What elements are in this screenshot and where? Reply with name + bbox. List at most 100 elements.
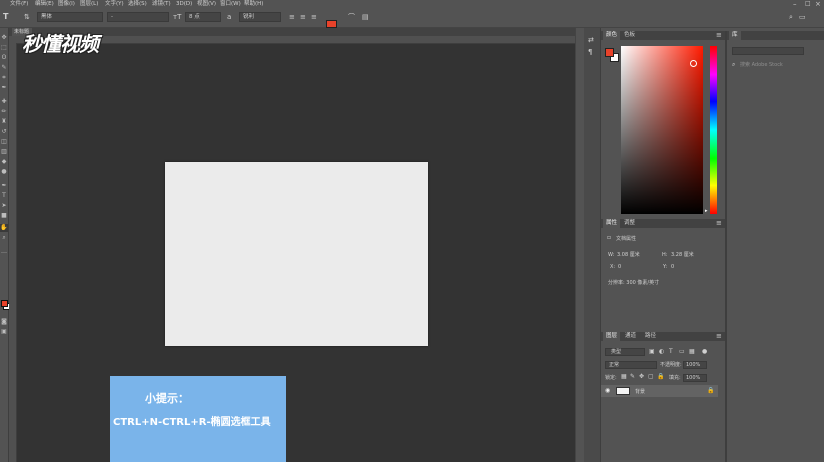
- menu-layer[interactable]: 图层(L): [80, 0, 98, 8]
- fill-field[interactable]: 100%: [683, 374, 707, 382]
- panel-menu-icon[interactable]: ≡: [713, 219, 725, 228]
- screen-mode-icon[interactable]: ▣: [0, 328, 8, 336]
- path-select-tool-icon[interactable]: ➤: [0, 202, 8, 210]
- panel-menu-icon[interactable]: ≡: [713, 332, 725, 341]
- color-panel-header: 颜色 色板 ≡: [601, 31, 725, 40]
- tab-channels[interactable]: 通道: [622, 332, 639, 341]
- filter-adjust-icon[interactable]: ◐: [659, 349, 664, 355]
- color-picker-cursor[interactable]: [690, 60, 697, 67]
- font-style-select[interactable]: -: [107, 12, 169, 22]
- lock-pixels-icon[interactable]: ▦: [621, 374, 627, 380]
- antialias-select[interactable]: 锐利: [239, 12, 281, 22]
- lock-paint-icon[interactable]: ✎: [630, 374, 635, 380]
- type-tool-icon[interactable]: T: [0, 192, 8, 200]
- lock-all-icon[interactable]: 🔒: [657, 374, 664, 380]
- quick-select-tool-icon[interactable]: ✎: [0, 64, 8, 72]
- hue-slider-handle-icon[interactable]: ▸: [705, 208, 708, 214]
- maximize-icon[interactable]: □: [805, 0, 811, 8]
- tab-adjustments[interactable]: 调整: [621, 219, 638, 228]
- font-family-select[interactable]: 黑体: [37, 12, 103, 22]
- tab-libraries[interactable]: 库: [729, 31, 741, 40]
- tab-properties[interactable]: 属性: [603, 219, 621, 228]
- eraser-tool-icon[interactable]: ◫: [0, 138, 8, 146]
- color-foreground-swatch[interactable]: [605, 48, 614, 57]
- blur-tool-icon[interactable]: ◆: [0, 158, 8, 166]
- crop-tool-icon[interactable]: ⌗: [0, 74, 8, 82]
- menu-3d[interactable]: 3D(D): [176, 0, 192, 8]
- library-select[interactable]: [732, 47, 804, 55]
- gradient-tool-icon[interactable]: ▥: [0, 148, 8, 156]
- tab-layers[interactable]: 图层: [603, 332, 621, 341]
- close-icon[interactable]: ×: [815, 0, 821, 8]
- hue-slider[interactable]: [710, 46, 717, 214]
- dodge-tool-icon[interactable]: ●: [0, 168, 8, 176]
- lasso-tool-icon[interactable]: ʘ: [0, 54, 8, 62]
- document-canvas[interactable]: [165, 162, 428, 346]
- panel-menu-icon[interactable]: ≡: [713, 31, 725, 40]
- height-value[interactable]: 3.28 厘米: [671, 252, 694, 258]
- tab-color[interactable]: 颜色: [603, 31, 621, 40]
- document-scrollbar[interactable]: [575, 28, 584, 462]
- tab-paths[interactable]: 路径: [642, 332, 659, 341]
- font-size-select[interactable]: 8 点: [185, 12, 221, 22]
- move-tool-icon[interactable]: ✥: [0, 34, 8, 42]
- blend-mode-select[interactable]: 正常: [605, 361, 657, 369]
- filter-shape-icon[interactable]: ▭: [679, 349, 685, 355]
- align-right-icon[interactable]: ≡: [311, 12, 317, 22]
- eyedropper-tool-icon[interactable]: ✒: [0, 84, 8, 92]
- filter-smart-icon[interactable]: ▦: [689, 349, 695, 355]
- resolution-text: 分辨率: 300 像素/英寸: [608, 280, 660, 286]
- menu-filter[interactable]: 滤镜(T): [152, 0, 171, 8]
- visibility-eye-icon[interactable]: ◉: [605, 387, 610, 394]
- menu-select[interactable]: 选择(S): [128, 0, 147, 8]
- filter-pixel-icon[interactable]: ▣: [649, 349, 655, 355]
- foreground-color-swatch[interactable]: [1, 300, 8, 307]
- pen-tool-icon[interactable]: ✒: [0, 182, 8, 190]
- opacity-field[interactable]: 100%: [683, 361, 707, 369]
- x-value[interactable]: 0: [618, 264, 621, 270]
- layer-filter-select[interactable]: 类型: [605, 348, 645, 356]
- workspace-icon[interactable]: ▭: [799, 12, 806, 22]
- color-picker-field[interactable]: [621, 46, 703, 214]
- brush-tool-icon[interactable]: ✏: [0, 108, 8, 116]
- character-panel-icon[interactable]: ▤: [362, 12, 369, 22]
- y-value[interactable]: 0: [671, 264, 674, 270]
- menu-type[interactable]: 文字(Y): [105, 0, 124, 8]
- menu-edit[interactable]: 编辑(E): [35, 0, 54, 8]
- lock-artboard-icon[interactable]: ▢: [648, 374, 654, 380]
- stamp-tool-icon[interactable]: ♜: [0, 118, 8, 126]
- layer-name[interactable]: 背景: [635, 389, 645, 395]
- text-color-swatch[interactable]: [326, 20, 337, 28]
- library-search-input[interactable]: 搜索 Adobe Stock: [740, 62, 783, 68]
- search-icon[interactable]: ⌕: [789, 12, 793, 22]
- menu-help[interactable]: 帮助(H): [244, 0, 263, 8]
- width-value[interactable]: 3.08 厘米: [617, 252, 640, 258]
- align-center-icon[interactable]: ≡: [300, 12, 306, 22]
- filter-type-icon[interactable]: T: [669, 349, 673, 355]
- menu-file[interactable]: 文件(F): [10, 0, 28, 8]
- warp-text-icon[interactable]: ⌒: [348, 12, 355, 22]
- type-tool-icon[interactable]: T: [3, 12, 8, 22]
- ruler-vertical[interactable]: [9, 43, 17, 462]
- quick-mask-icon[interactable]: ◙: [0, 318, 8, 326]
- shape-tool-icon[interactable]: ■: [0, 212, 8, 220]
- hand-tool-icon[interactable]: ✋: [0, 224, 8, 232]
- lock-move-icon[interactable]: ✥: [639, 374, 644, 380]
- brush-panel-icon[interactable]: ¶: [588, 48, 592, 56]
- edit-toolbar-icon[interactable]: …: [0, 248, 8, 256]
- filter-toggle-icon[interactable]: ●: [702, 349, 707, 355]
- height-label: H:: [662, 252, 668, 258]
- history-brush-tool-icon[interactable]: ↺: [0, 128, 8, 136]
- tab-swatches[interactable]: 色板: [621, 31, 638, 40]
- menu-image[interactable]: 图像(I): [58, 0, 75, 8]
- healing-tool-icon[interactable]: ✚: [0, 98, 8, 106]
- tools-panel: ✥ ⬚ ʘ ✎ ⌗ ✒ ✚ ✏ ♜ ↺ ◫ ▥ ◆ ● ✒ T ➤ ■ ✋ ⌕ …: [0, 28, 10, 462]
- history-panel-icon[interactable]: ⇄: [588, 36, 594, 44]
- zoom-tool-icon[interactable]: ⌕: [0, 234, 8, 242]
- text-orientation-icon[interactable]: ⇅: [24, 12, 30, 22]
- marquee-tool-icon[interactable]: ⬚: [0, 44, 8, 52]
- minimize-icon[interactable]: –: [793, 0, 797, 8]
- menu-window[interactable]: 窗口(W): [220, 0, 241, 8]
- menu-view[interactable]: 视图(V): [197, 0, 216, 8]
- align-left-icon[interactable]: ≡: [289, 12, 295, 22]
